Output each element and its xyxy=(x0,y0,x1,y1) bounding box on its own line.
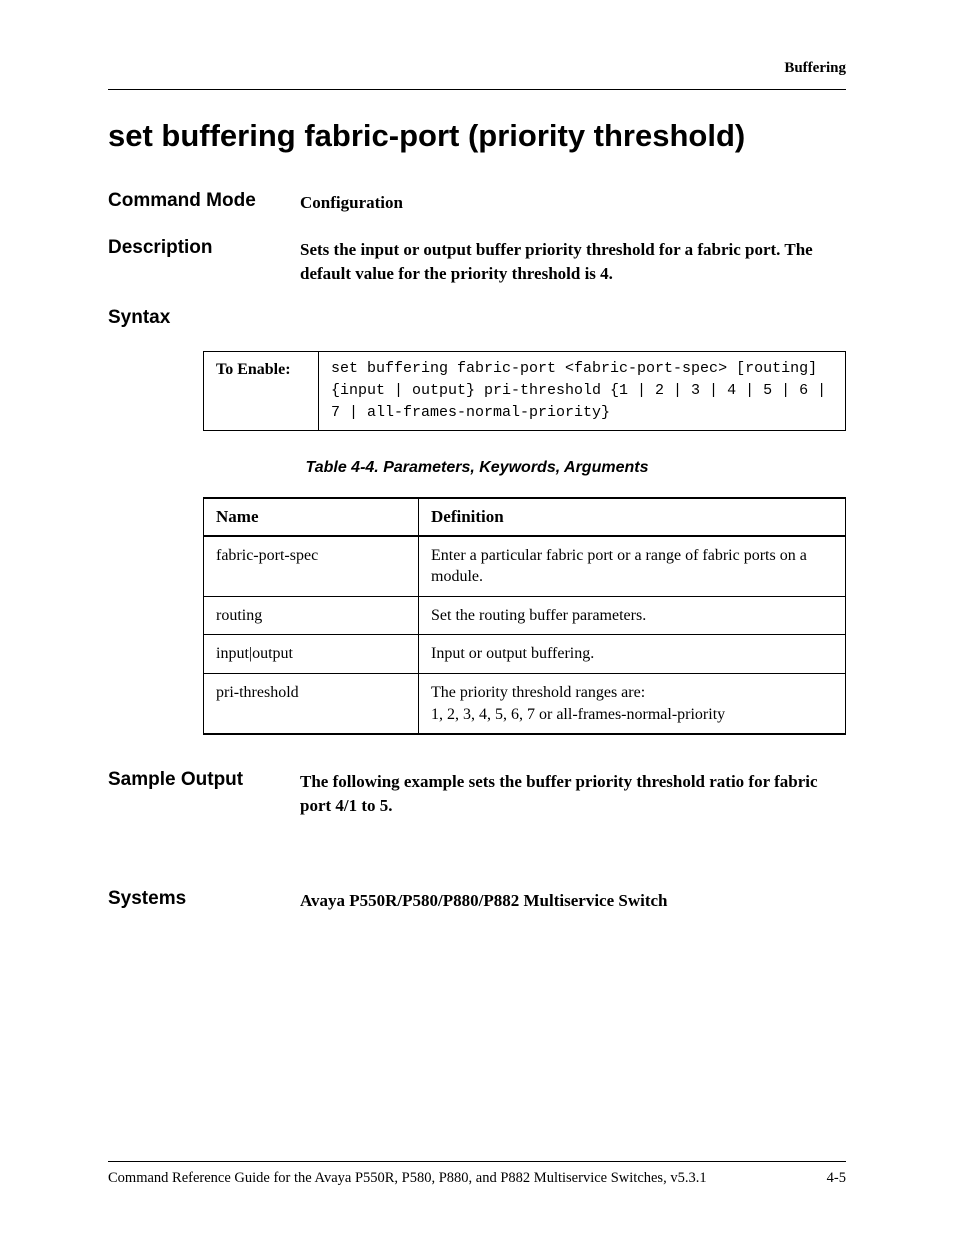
table-row: To Enable: set buffering fabric-port <fa… xyxy=(204,352,846,430)
syntax-label: Syntax xyxy=(108,307,300,329)
params-tbody: fabric-port-specEnter a particular fabri… xyxy=(204,536,846,735)
syntax-table-wrapper: To Enable: set buffering fabric-port <fa… xyxy=(203,351,846,430)
header-name: Name xyxy=(204,498,419,536)
param-name: input|output xyxy=(204,635,419,674)
param-definition: Enter a particular fabric port or a rang… xyxy=(419,536,846,597)
description-row: Description Sets the input or output buf… xyxy=(108,237,846,286)
param-name: routing xyxy=(204,596,419,635)
systems-label: Systems xyxy=(108,888,300,913)
syntax-table: To Enable: set buffering fabric-port <fa… xyxy=(203,351,846,430)
syntax-row: Syntax xyxy=(108,307,846,329)
table-row: input|outputInput or output buffering. xyxy=(204,635,846,674)
description-value: Sets the input or output buffer priority… xyxy=(300,237,846,286)
param-definition: Set the routing buffer parameters. xyxy=(419,596,846,635)
param-definition: The priority threshold ranges are:1, 2, … xyxy=(419,674,846,735)
header-section-label: Buffering xyxy=(108,60,846,77)
footer-guide: Command Reference Guide for the Avaya P5… xyxy=(108,1170,707,1187)
footer-row: Command Reference Guide for the Avaya P5… xyxy=(108,1170,846,1187)
command-mode-value: Configuration xyxy=(300,190,846,215)
table-row: routingSet the routing buffer parameters… xyxy=(204,596,846,635)
param-name: pri-threshold xyxy=(204,674,419,735)
param-name: fabric-port-spec xyxy=(204,536,419,597)
systems-row: Systems Avaya P550R/P580/P880/P882 Multi… xyxy=(108,888,846,913)
sample-output-value: The following example sets the buffer pr… xyxy=(300,769,846,818)
table-row: fabric-port-specEnter a particular fabri… xyxy=(204,536,846,597)
footer-rule xyxy=(108,1161,846,1162)
table-row: pri-thresholdThe priority threshold rang… xyxy=(204,674,846,735)
syntax-code: set buffering fabric-port <fabric-port-s… xyxy=(319,352,846,430)
command-mode-label: Command Mode xyxy=(108,190,300,215)
syntax-body xyxy=(300,307,846,329)
sample-output-label: Sample Output xyxy=(108,769,300,818)
command-mode-row: Command Mode Configuration xyxy=(108,190,846,215)
header-definition: Definition xyxy=(419,498,846,536)
params-table-caption: Table 4-4. Parameters, Keywords, Argumen… xyxy=(108,459,846,477)
footer-page: 4-5 xyxy=(827,1170,846,1187)
params-table-wrapper: Name Definition fabric-port-specEnter a … xyxy=(203,497,846,736)
to-enable-label: To Enable: xyxy=(204,352,319,430)
systems-value: Avaya P550R/P580/P880/P882 Multiservice … xyxy=(300,888,846,913)
param-definition: Input or output buffering. xyxy=(419,635,846,674)
params-table: Name Definition fabric-port-specEnter a … xyxy=(203,497,846,736)
page-title: set buffering fabric-port (priority thre… xyxy=(108,118,846,154)
table-header-row: Name Definition xyxy=(204,498,846,536)
header-rule xyxy=(108,89,846,90)
description-label: Description xyxy=(108,237,300,286)
footer: Command Reference Guide for the Avaya P5… xyxy=(108,1161,846,1187)
sample-output-row: Sample Output The following example sets… xyxy=(108,769,846,818)
